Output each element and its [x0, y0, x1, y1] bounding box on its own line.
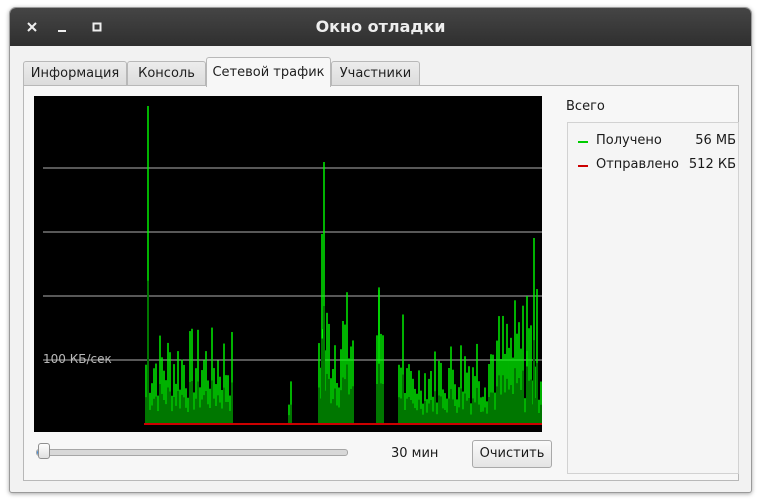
received-label: Получено	[596, 133, 662, 148]
tab-console[interactable]: Консоль	[127, 61, 206, 85]
sent-swatch	[578, 165, 588, 167]
traffic-graph: 100 КБ/сек	[34, 96, 542, 432]
window-title: Окно отладки	[315, 17, 446, 36]
tab-participants[interactable]: Участники	[331, 61, 420, 85]
title-bar: Окно отладки	[10, 8, 751, 46]
totals-legend: Получено 56 МБ Отправлено 512 КБ	[567, 122, 739, 474]
time-range-label: 30 мин	[391, 446, 439, 461]
clear-button[interactable]: Очистить	[472, 440, 552, 468]
totals-title: Всего	[566, 99, 605, 114]
tab-info[interactable]: Информация	[23, 61, 127, 85]
graph-scale-label: 100 КБ/сек	[43, 352, 112, 366]
received-swatch	[578, 141, 588, 143]
received-value: 56 МБ	[695, 133, 736, 148]
time-slider-track[interactable]	[36, 449, 348, 456]
legend-sent: Отправлено 512 КБ	[578, 157, 736, 175]
time-slider-handle[interactable]	[38, 443, 51, 459]
tab-network-traffic[interactable]: Сетевой трафик	[206, 57, 331, 87]
network-traffic-panel: 100 КБ/сек 30 мин Очистить Всего Получен…	[23, 85, 739, 481]
sent-label: Отправлено	[596, 157, 679, 172]
sent-value: 512 КБ	[688, 157, 736, 172]
legend-received: Получено 56 МБ	[578, 133, 736, 151]
traffic-graph-canvas	[43, 106, 542, 425]
debug-window: Окно отладки Информация Консоль Сетевой …	[9, 7, 752, 493]
